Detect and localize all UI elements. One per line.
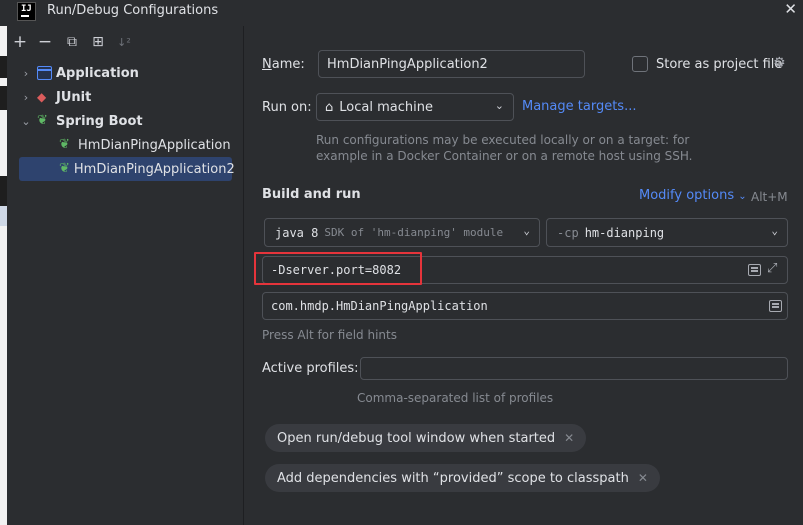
jdk-dropdown[interactable]: java 8 SDK of 'hm-dianping' module ⌄ <box>264 218 540 247</box>
chip-label: Add dependencies with “provided” scope t… <box>277 470 629 486</box>
sort-icon[interactable]: ↓² <box>115 34 133 52</box>
maximize-icon[interactable]: ⤢ <box>767 261 777 276</box>
chevron-down-icon: ⌄ <box>771 224 778 237</box>
background-fragment <box>0 56 7 78</box>
background-fragment <box>0 206 7 226</box>
application-icon <box>37 66 52 80</box>
gear-icon[interactable]: ⚙ <box>773 55 786 71</box>
run-on-value: Local machine <box>339 99 433 115</box>
tree-item-label: Spring Boot <box>56 113 143 129</box>
chevron-down-icon: ⌄ <box>494 99 504 112</box>
configurations-tree-panel: + − ⧉ ⊞ ↓² › Application › ◆ JUnit ⌄ ❦ S… <box>7 26 244 525</box>
add-configuration-icon[interactable]: + <box>11 34 29 52</box>
active-profiles-input[interactable] <box>360 357 788 380</box>
remove-option-icon[interactable]: ✕ <box>638 471 648 485</box>
remove-configuration-icon[interactable]: − <box>36 34 54 52</box>
tree-item-label: HmDianPingApplication <box>78 137 231 153</box>
modify-options-link[interactable]: Modify options ⌄ <box>639 188 747 203</box>
classpath-value: hm-dianping <box>584 225 665 240</box>
name-input-value: HmDianPingApplication2 <box>327 56 488 72</box>
option-chip-open-tool-window[interactable]: Open run/debug tool window when started … <box>265 424 587 452</box>
store-as-project-file-checkbox[interactable] <box>632 56 648 72</box>
tree-toolbar: + − ⧉ ⊞ ↓² <box>7 34 244 54</box>
chevron-down-icon: ⌄ <box>523 224 530 237</box>
run-on-hint-line-1: Run configurations may be executed local… <box>316 133 690 147</box>
main-class-input[interactable]: com.hmdp.HmDianPingApplication <box>262 292 788 320</box>
modify-options-shortcut: Alt+M <box>751 190 788 204</box>
main-class-value: com.hmdp.HmDianPingApplication <box>271 299 488 313</box>
tree-item-hmdianping[interactable]: ❦ HmDianPingApplication <box>41 133 233 157</box>
chevron-down-icon[interactable]: ⌄ <box>19 115 33 128</box>
copy-configuration-icon[interactable]: ⧉ <box>63 34 81 52</box>
field-hint: Press Alt for field hints <box>262 328 397 342</box>
name-input[interactable]: HmDianPingApplication2 <box>318 50 585 78</box>
window-title: Run/Debug Configurations <box>47 3 219 18</box>
junit-icon: ◆ <box>37 90 47 104</box>
jdk-value: java 8 <box>275 225 319 240</box>
background-window-edge <box>0 26 7 525</box>
expand-text-icon[interactable] <box>748 264 761 276</box>
chip-label: Open run/debug tool window when started <box>277 430 556 446</box>
chevron-down-icon: ⌄ <box>738 191 747 202</box>
jdk-hint: SDK of 'hm-dianping' module <box>324 226 504 239</box>
build-and-run-heading: Build and run <box>262 187 361 202</box>
active-profiles-label: Active profiles: <box>262 361 359 376</box>
remove-option-icon[interactable]: ✕ <box>564 431 574 445</box>
background-fragment <box>0 176 7 206</box>
tree-item-label: JUnit <box>56 89 92 105</box>
classpath-prefix: -cp <box>557 225 579 240</box>
intellij-logo-icon: IJ <box>17 2 36 21</box>
chevron-right-icon[interactable]: › <box>19 67 33 80</box>
run-on-label: Run on: <box>262 100 312 115</box>
tree-item-junit[interactable]: › ◆ JUnit <box>19 85 233 109</box>
close-window-icon[interactable]: ✕ <box>784 0 797 18</box>
spring-boot-icon: ❦ <box>37 113 48 128</box>
store-as-project-file-label[interactable]: Store as project file <box>656 57 782 72</box>
tree-item-hmdianping2[interactable]: ❦ HmDianPingApplication2 <box>19 157 235 181</box>
title-bar: IJ Run/Debug Configurations ✕ <box>0 0 803 26</box>
background-fragment <box>0 86 7 110</box>
new-folder-icon[interactable]: ⊞ <box>89 34 107 52</box>
active-profiles-hint: Comma-separated list of profiles <box>357 391 554 405</box>
modify-options-label: Modify options <box>639 188 735 203</box>
run-on-hint-line-2: example in a Docker Container or on a re… <box>316 149 693 163</box>
tree-item-application[interactable]: › Application <box>19 61 233 85</box>
spring-boot-icon: ❦ <box>59 161 70 176</box>
red-highlight-box <box>254 252 422 285</box>
tree-item-spring-boot[interactable]: ⌄ ❦ Spring Boot <box>19 109 233 133</box>
spring-boot-icon: ❦ <box>59 137 70 152</box>
run-on-dropdown[interactable]: ⌂ Local machine ⌄ <box>316 93 514 121</box>
option-chip-provided-scope[interactable]: Add dependencies with “provided” scope t… <box>265 464 660 492</box>
name-label: Name: <box>262 57 305 72</box>
browse-class-icon[interactable] <box>769 300 782 312</box>
tree-item-label: HmDianPingApplication2 <box>73 161 235 177</box>
manage-targets-link[interactable]: Manage targets... <box>522 99 636 114</box>
chevron-right-icon[interactable]: › <box>19 91 33 104</box>
tree-item-label: Application <box>56 65 139 81</box>
home-icon: ⌂ <box>325 99 334 115</box>
classpath-dropdown[interactable]: -cp hm-dianping ⌄ <box>546 218 788 247</box>
